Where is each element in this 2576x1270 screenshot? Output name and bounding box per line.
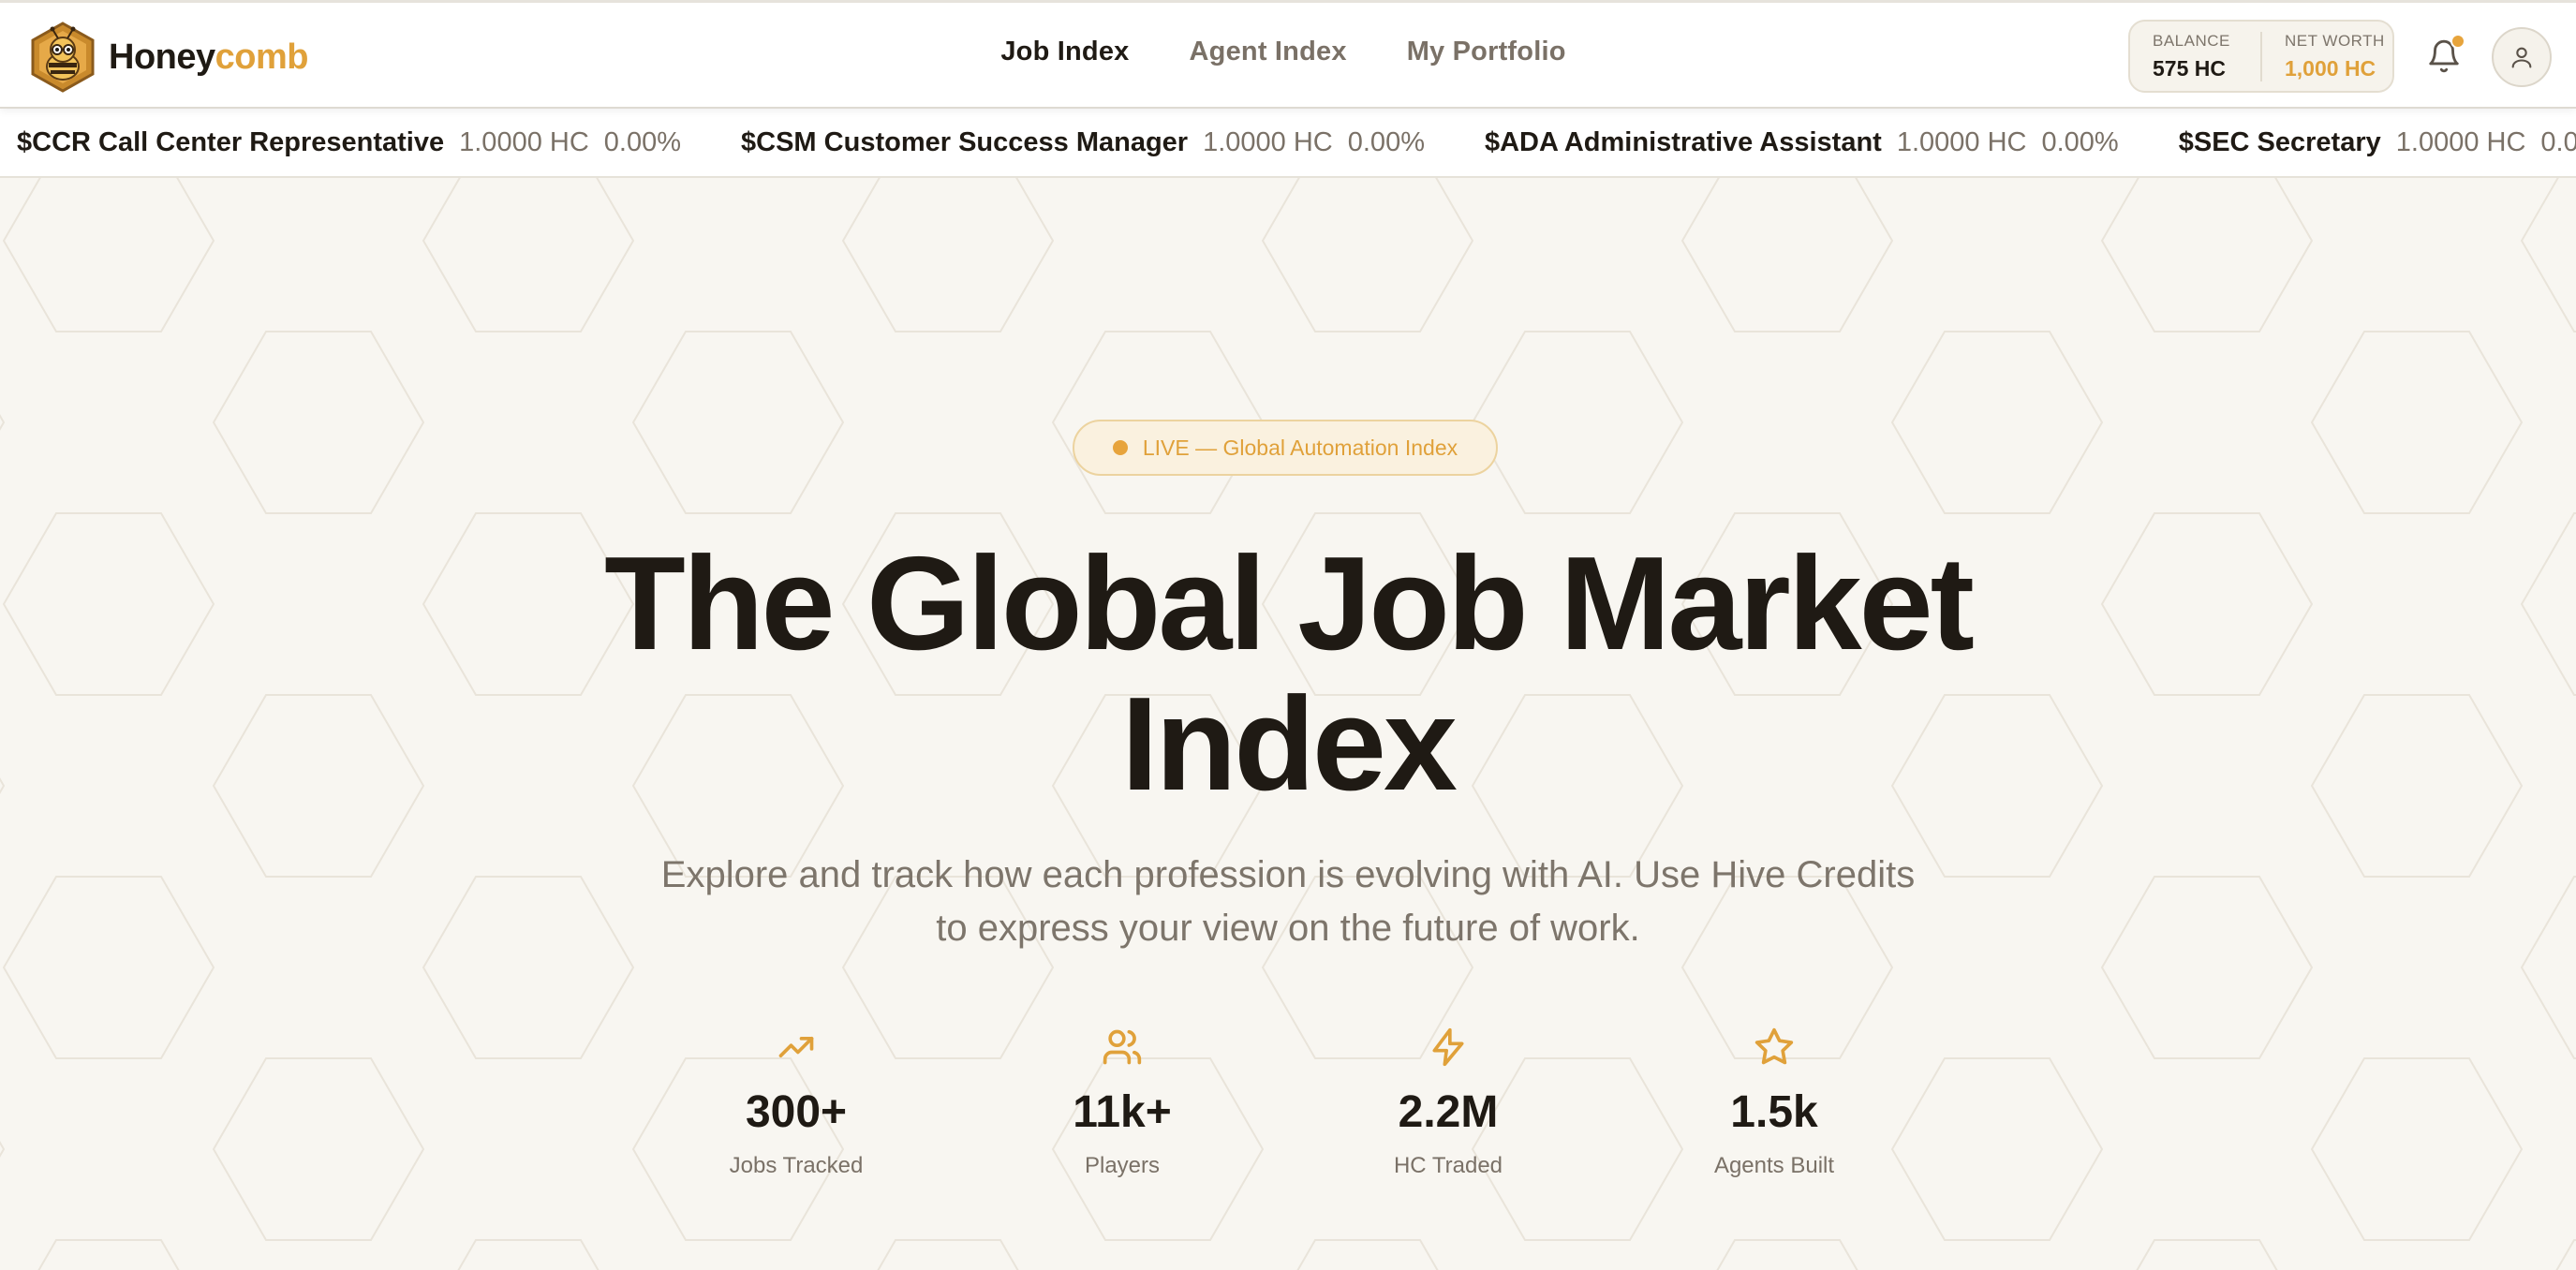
trending-up-icon xyxy=(778,1037,814,1057)
ticker-price: 1.0000 HC xyxy=(459,126,589,157)
brand-name-part2: comb xyxy=(215,37,309,77)
notification-dot xyxy=(2450,34,2465,49)
stat-value: 300+ xyxy=(745,1087,848,1137)
user-icon xyxy=(2511,47,2532,68)
live-status-badge: LIVE — Global Automation Index xyxy=(1073,420,1498,476)
ticker-price: 1.0000 HC xyxy=(1896,126,2027,157)
ticker-price: 1.0000 HC xyxy=(2395,126,2526,157)
ticker-item[interactable]: $CSM Customer Success Manager 1.0000 HC … xyxy=(741,127,1425,158)
stat-label: Agents Built xyxy=(1713,1153,1835,1178)
users-icon xyxy=(1103,1029,1142,1065)
stat-value: 2.2M xyxy=(1398,1087,1499,1137)
bee-logo-icon xyxy=(31,22,95,93)
stat-value: 1.5k xyxy=(1730,1087,1818,1137)
ticker-change: 0.00% xyxy=(603,126,682,157)
stat-players: 11k+ Players xyxy=(972,1026,1272,1179)
brand-name: Honeycomb xyxy=(109,37,309,78)
brand-name-part1: Honey xyxy=(109,37,215,77)
balance-value: 575 HC xyxy=(2153,55,2226,81)
stat-label: Players xyxy=(1084,1153,1161,1178)
nav-agent-index[interactable]: Agent Index xyxy=(1190,37,1347,67)
ticker-item[interactable]: $CCR Call Center Representative 1.0000 H… xyxy=(17,127,681,158)
nav-my-portfolio[interactable]: My Portfolio xyxy=(1407,37,1566,67)
stat-jobs-tracked: 300+ Jobs Tracked xyxy=(646,1026,946,1179)
stat-agents-built: 1.5k Agents Built xyxy=(1624,1026,1924,1179)
hero-title-line2: Index xyxy=(1121,670,1458,819)
stat-value: 11k+ xyxy=(1073,1087,1172,1137)
hero-title: The Global Job Market Index xyxy=(0,534,2576,815)
ticker-symbol: $SEC Secretary xyxy=(2178,126,2381,157)
ticker-symbol: $ADA Administrative Assistant xyxy=(1484,126,1882,157)
ticker-item[interactable]: $ADA Administrative Assistant 1.0000 HC … xyxy=(1485,127,2119,158)
ticker-change: 0.00% xyxy=(1347,126,1425,157)
ticker-symbol: $CSM Customer Success Manager xyxy=(741,126,1189,157)
ticker-price: 1.0000 HC xyxy=(1203,126,1333,157)
star-icon xyxy=(1754,1027,1794,1065)
user-avatar-button[interactable] xyxy=(2492,27,2552,87)
lightning-icon xyxy=(1432,1027,1464,1067)
networth-box: NET WORTH 1,000 HC xyxy=(2260,31,2392,81)
ticker-change: 0.00% xyxy=(2041,126,2119,157)
networth-label: NET WORTH xyxy=(2285,31,2385,50)
live-dot xyxy=(1112,440,1128,455)
wallet-summary[interactable]: BALANCE 575 HC NET WORTH 1,000 HC xyxy=(2128,20,2394,93)
brand-logo[interactable]: Honeycomb xyxy=(30,22,309,93)
nav-job-index[interactable]: Job Index xyxy=(1000,37,1129,67)
live-badge-text: LIVE — Global Automation Index xyxy=(1142,435,1458,460)
stat-label: Jobs Tracked xyxy=(729,1153,864,1178)
stat-hc-traded: 2.2M HC Traded xyxy=(1298,1026,1598,1179)
ticker-change: 0.00% xyxy=(2540,126,2576,157)
hero-section: LIVE — Global Automation Index The Globa… xyxy=(0,178,2576,1270)
networth-value: 1,000 HC xyxy=(2285,55,2376,81)
ticker-item[interactable]: $SEC Secretary 1.0000 HC 0.00% xyxy=(2179,127,2576,158)
balance-box: BALANCE 575 HC xyxy=(2130,32,2260,81)
hero-title-line1: The Global Job Market xyxy=(604,529,1975,678)
price-ticker: $CCR Call Center Representative 1.0000 H… xyxy=(0,109,2576,178)
stat-label: HC Traded xyxy=(1393,1153,1503,1178)
balance-label: BALANCE xyxy=(2153,31,2230,50)
hero-subtitle: Explore and track how each profession is… xyxy=(660,854,1916,949)
top-navbar: Honeycomb Job Index Agent Index My Portf… xyxy=(0,0,2576,109)
ticker-symbol: $CCR Call Center Representative xyxy=(17,126,445,157)
